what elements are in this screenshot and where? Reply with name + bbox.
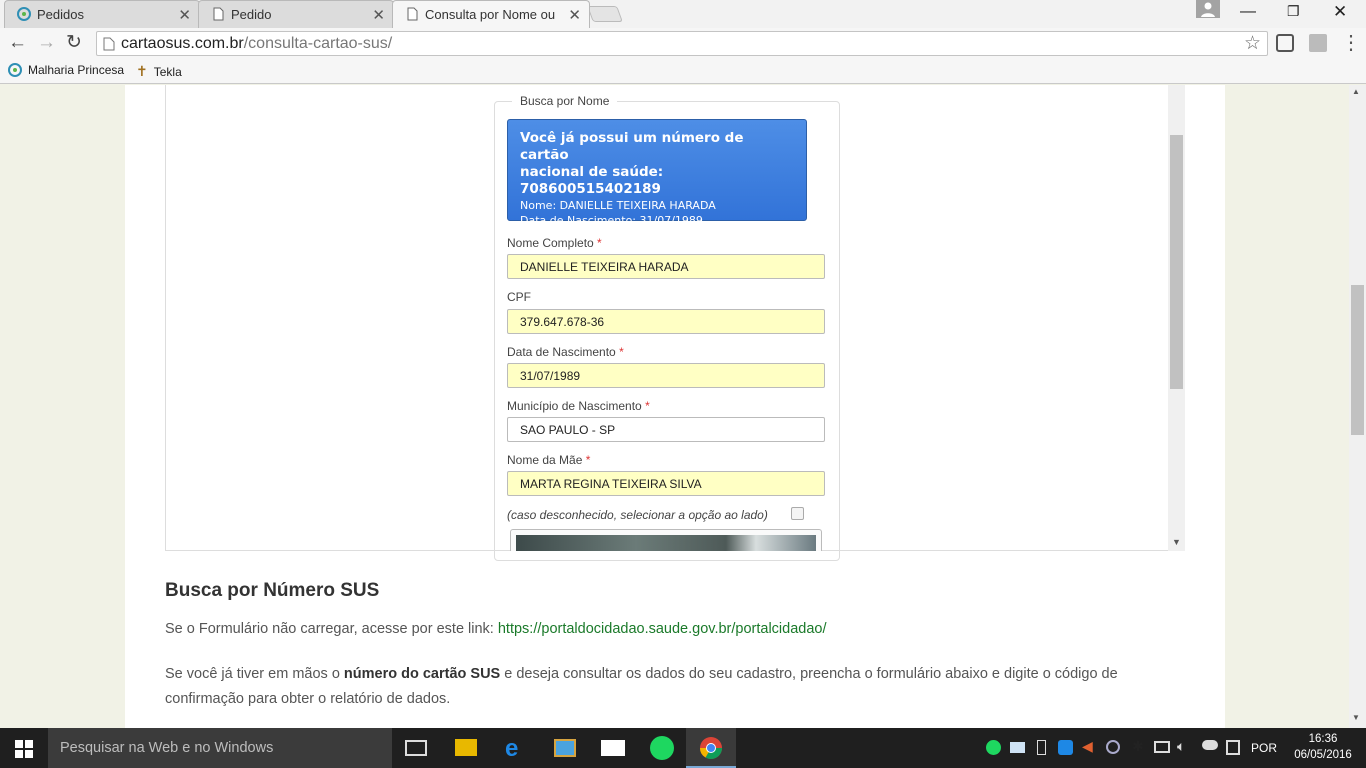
file-explorer-icon[interactable]: [455, 739, 477, 756]
page-icon: [213, 7, 224, 21]
restore-button[interactable]: ❐: [1287, 3, 1300, 20]
info-heading-line1: Você já possui um número de cartão: [520, 130, 744, 163]
spotify-icon[interactable]: [650, 736, 674, 760]
url-host: cartaosus.com.br: [121, 34, 244, 52]
captcha-box: [510, 529, 822, 551]
municipio-label: Município de Nascimento *: [507, 399, 650, 413]
url-path: /consulta-cartao-sus/: [243, 34, 393, 52]
reload-button[interactable]: ↻: [66, 31, 82, 54]
nome-completo-input[interactable]: DANIELLE TEIXEIRA HARADA: [507, 254, 825, 279]
info-nascimento: Data de Nascimento: 31/07/1989: [520, 214, 703, 227]
nome-mae-label: Nome da Mãe *: [507, 453, 591, 467]
task-view-icon[interactable]: [405, 740, 427, 756]
spotify-tray-icon[interactable]: [986, 740, 1001, 755]
store-icon[interactable]: [554, 739, 576, 757]
clock-date[interactable]: 06/05/2016: [1290, 749, 1356, 761]
captcha-image: [516, 535, 816, 551]
tray-app2-icon[interactable]: ✱: [1132, 738, 1144, 755]
language-indicator[interactable]: POR: [1251, 741, 1277, 755]
extension-shield-icon[interactable]: [1276, 34, 1294, 52]
tekla-icon: ✝: [136, 63, 148, 79]
menu-icon[interactable]: ⋮: [1341, 30, 1361, 56]
onedrive-icon[interactable]: [1202, 740, 1218, 750]
bookmark-label: Malharia Princesa: [28, 63, 125, 77]
forward-button[interactable]: →: [37, 32, 56, 54]
cpf-label: CPF: [507, 290, 531, 304]
user-icon: [1201, 2, 1215, 17]
scrollbar-thumb[interactable]: [1351, 285, 1364, 435]
tab-pedidos[interactable]: Pedidos ✕: [4, 0, 200, 28]
page-icon: [407, 7, 418, 21]
minimize-button[interactable]: —: [1240, 3, 1256, 21]
notifications-icon[interactable]: [1226, 740, 1240, 755]
fallback-link-paragraph: Se o Formulário não carregar, acesse por…: [165, 621, 827, 637]
close-icon[interactable]: ✕: [178, 6, 191, 24]
page-scrollbar[interactable]: ▲ ▼: [1349, 85, 1366, 728]
user-profile-button[interactable]: [1196, 0, 1220, 18]
windows-icon: [15, 740, 33, 758]
clock-time[interactable]: 16:36: [1300, 733, 1346, 745]
bookmarks-bar: [0, 58, 1366, 84]
tray-app-icon[interactable]: [1010, 742, 1025, 753]
window-close-button[interactable]: ✕: [1333, 2, 1347, 22]
close-icon[interactable]: ✕: [568, 6, 581, 24]
scroll-down-arrow-icon[interactable]: ▼: [1352, 713, 1360, 722]
back-button[interactable]: ←: [8, 32, 27, 54]
globe-icon: [8, 63, 22, 77]
tab-pedido[interactable]: Pedido ✕: [198, 0, 394, 28]
fieldset-legend: Busca por Nome: [512, 94, 618, 108]
volume-icon[interactable]: 🔈︎: [1177, 738, 1185, 755]
tray-sync-icon[interactable]: [1106, 740, 1120, 754]
tab-title: Pedidos: [37, 7, 84, 22]
nome-mae-input[interactable]: MARTA REGINA TEIXEIRA SILVA: [507, 471, 825, 496]
scroll-up-arrow-icon[interactable]: ▲: [1352, 87, 1360, 96]
data-nascimento-input[interactable]: 31/07/1989: [507, 363, 825, 388]
bookmark-tekla[interactable]: ✝ Tekla: [136, 63, 182, 80]
close-icon[interactable]: ✕: [372, 6, 385, 24]
extension-icon[interactable]: [1309, 34, 1327, 52]
dropbox-icon[interactable]: [1058, 740, 1073, 755]
bookmark-malharia[interactable]: Malharia Princesa: [8, 63, 124, 77]
nome-completo-label: Nome Completo *: [507, 236, 602, 250]
tab-consulta[interactable]: Consulta por Nome ou Nú ✕: [392, 0, 590, 28]
chrome-taskbar-button[interactable]: [686, 728, 736, 768]
taskbar-search[interactable]: Pesquisar na Web e no Windows: [48, 728, 392, 768]
mail-icon[interactable]: [601, 740, 625, 756]
scrollbar-thumb[interactable]: [1170, 135, 1183, 389]
address-bar[interactable]: cartaosus.com.br/consulta-cartao-sus/: [96, 31, 1268, 56]
bookmark-star-icon[interactable]: ☆: [1244, 32, 1261, 55]
globe-icon: [17, 7, 31, 21]
start-button[interactable]: [15, 740, 33, 763]
municipio-input[interactable]: SAO PAULO - SP: [507, 417, 825, 442]
cpf-input[interactable]: 379.647.678-36: [507, 309, 825, 334]
scroll-down-arrow-icon[interactable]: ▼: [1172, 537, 1181, 547]
iframe-scrollbar[interactable]: ▼: [1168, 85, 1185, 551]
info-nome: Nome: DANIELLE TEIXEIRA HARADA: [520, 199, 716, 212]
tab-title: Consulta por Nome ou Nú: [425, 7, 555, 22]
cartao-info-box: Você já possui um número de cartão nacio…: [507, 119, 807, 242]
info-heading-line2: nacional de saúde: 708600515402189: [520, 164, 664, 197]
data-nascimento-label: Data de Nascimento *: [507, 345, 624, 359]
network-icon[interactable]: [1154, 741, 1170, 753]
usb-icon[interactable]: [1037, 740, 1046, 755]
tab-title: Pedido: [231, 7, 272, 22]
instructions-paragraph: Se você já tiver em mãos o número do car…: [165, 666, 1118, 707]
page-icon: [103, 37, 115, 51]
edge-icon[interactable]: e: [505, 735, 529, 762]
new-tab-button[interactable]: [587, 6, 623, 22]
unknown-mother-checkbox[interactable]: [791, 507, 804, 520]
audio-app-icon[interactable]: ◀: [1082, 738, 1093, 755]
portal-cidadao-link[interactable]: https://portaldocidadao.saude.gov.br/por…: [498, 621, 827, 637]
section-title: Busca por Número SUS: [165, 580, 380, 601]
unknown-mother-label: (caso desconhecido, selecionar a opção a…: [507, 508, 768, 522]
bookmark-label: Tekla: [153, 64, 182, 79]
chrome-icon: [700, 737, 722, 759]
